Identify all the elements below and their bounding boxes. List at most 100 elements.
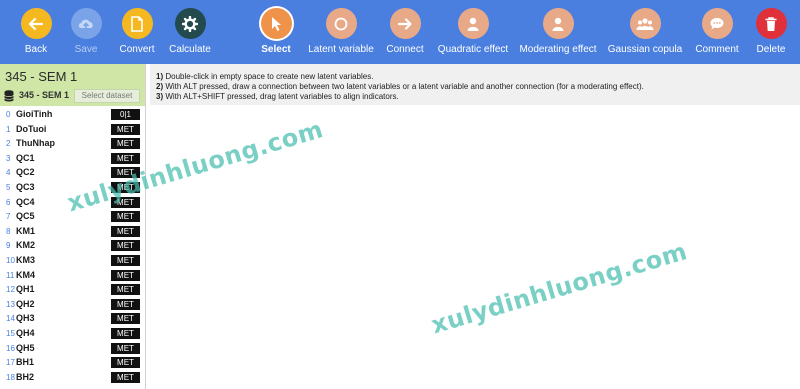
variable-row[interactable]: 10 KM3 MET bbox=[0, 254, 145, 269]
variable-name: QH5 bbox=[16, 342, 35, 353]
variable-index: 10 bbox=[6, 256, 15, 265]
variable-index: 16 bbox=[6, 343, 15, 353]
variable-name: QH3 bbox=[16, 313, 35, 324]
variable-name: KM3 bbox=[16, 255, 36, 265]
gaussian-copula-label: Gaussian copula bbox=[607, 44, 683, 55]
variable-type-badge[interactable]: MET bbox=[111, 313, 140, 325]
variable-row[interactable]: 17 BH1 MET bbox=[0, 356, 145, 371]
variable-name: KM1 bbox=[16, 225, 36, 236]
quadratic-effect-label: Quadratic effect bbox=[437, 44, 509, 55]
variable-name: GioiTinh bbox=[16, 109, 53, 119]
convert-button[interactable]: Convert bbox=[119, 0, 155, 64]
variable-type-badge[interactable]: MET bbox=[111, 298, 140, 310]
variable-index: 1 bbox=[6, 124, 11, 134]
moderating-effect-label: Moderating effect bbox=[519, 44, 597, 55]
variable-type-badge[interactable]: MET bbox=[111, 152, 140, 164]
variable-index: 14 bbox=[6, 314, 15, 324]
group-icon bbox=[629, 8, 661, 39]
variable-type-badge[interactable]: MET bbox=[111, 225, 140, 237]
variable-row[interactable]: 12 QH1 MET bbox=[0, 283, 145, 298]
variable-name: DoTuoi bbox=[16, 123, 47, 134]
help-line: 1) Double-click in empty space to create… bbox=[156, 72, 374, 81]
variable-row[interactable]: 16 QH5 MET bbox=[0, 342, 145, 357]
moderating-effect-tool-button[interactable]: Moderating effect bbox=[519, 0, 597, 64]
variable-index: 13 bbox=[6, 299, 15, 309]
variable-row[interactable]: 13 QH2 MET bbox=[0, 298, 145, 313]
variable-index: 3 bbox=[6, 153, 11, 163]
select-dataset-button[interactable]: Select dataset bbox=[74, 89, 140, 103]
variable-index: 17 bbox=[6, 358, 15, 368]
speech-bubble-icon bbox=[701, 8, 733, 39]
calculate-button[interactable]: Calculate bbox=[169, 0, 211, 64]
help-panel: 1) Double-click in empty space to create… bbox=[150, 64, 800, 105]
variable-index: 18 bbox=[6, 372, 15, 382]
delete-label: Delete bbox=[756, 44, 786, 55]
latent-variable-tool-button[interactable]: Latent variable bbox=[308, 0, 374, 64]
variable-index: 5 bbox=[6, 183, 11, 192]
variable-type-badge[interactable]: MET bbox=[111, 371, 140, 383]
save-button[interactable]: Save bbox=[70, 0, 102, 64]
variable-type-badge[interactable]: MET bbox=[111, 269, 140, 281]
variable-name: QC5 bbox=[16, 211, 35, 222]
variable-type-badge[interactable]: 0|1 bbox=[111, 109, 140, 120]
document-icon bbox=[121, 8, 153, 39]
variable-type-badge[interactable]: MET bbox=[111, 138, 140, 150]
circle-icon bbox=[325, 8, 357, 39]
person-icon bbox=[457, 8, 489, 39]
variable-type-badge[interactable]: MET bbox=[111, 123, 140, 135]
dataset-name: 345 - SEM 1 bbox=[19, 90, 70, 100]
variable-index: 11 bbox=[6, 270, 15, 280]
back-button[interactable]: Back bbox=[20, 0, 52, 64]
variable-type-badge[interactable]: MET bbox=[111, 284, 140, 296]
connect-tool-button[interactable]: Connect bbox=[386, 0, 424, 64]
connect-label: Connect bbox=[386, 44, 424, 55]
variable-index: 6 bbox=[6, 197, 11, 207]
variable-type-badge[interactable]: MET bbox=[111, 240, 140, 252]
sidebar-title: 345 - SEM 1 bbox=[5, 69, 78, 84]
sidebar-header: 345 - SEM 1 345 - SEM 1 Select dataset bbox=[0, 64, 145, 106]
calculate-label: Calculate bbox=[169, 44, 211, 55]
database-icon bbox=[4, 90, 14, 102]
person-icon bbox=[542, 8, 574, 39]
variable-name: QH1 bbox=[16, 284, 35, 295]
back-label: Back bbox=[24, 44, 48, 55]
help-line: 2) With ALT pressed, draw a connection b… bbox=[156, 82, 644, 91]
gaussian-copula-tool-button[interactable]: Gaussian copula bbox=[607, 0, 683, 64]
arrow-right-icon bbox=[389, 8, 421, 39]
variable-row[interactable]: 15 QH4 MET bbox=[0, 327, 145, 342]
help-line: 3) With ALT+SHIFT pressed, drag latent v… bbox=[156, 92, 399, 101]
variable-name: QC4 bbox=[16, 196, 35, 207]
variable-name: QC3 bbox=[16, 182, 35, 192]
variable-type-badge[interactable]: MET bbox=[111, 255, 140, 266]
comment-tool-button[interactable]: Comment bbox=[695, 0, 739, 64]
variable-index: 8 bbox=[6, 226, 11, 236]
variable-row[interactable]: 8 KM1 MET bbox=[0, 225, 145, 240]
variable-type-badge[interactable]: MET bbox=[111, 357, 140, 369]
convert-label: Convert bbox=[119, 44, 155, 55]
variable-name: QC1 bbox=[16, 152, 35, 163]
variable-type-badge[interactable]: MET bbox=[111, 328, 140, 339]
variable-type-badge[interactable]: MET bbox=[111, 342, 140, 354]
variable-name: BH2 bbox=[16, 371, 35, 382]
delete-button[interactable]: Delete bbox=[755, 0, 787, 64]
variable-name: QC2 bbox=[16, 167, 35, 178]
variable-row[interactable]: 2 ThuNhap MET bbox=[0, 137, 145, 152]
variable-row[interactable]: 11 KM4 MET bbox=[0, 269, 145, 284]
dataset-sidebar: 345 - SEM 1 345 - SEM 1 Select dataset 0… bbox=[0, 64, 146, 389]
variable-row[interactable]: 14 QH3 MET bbox=[0, 312, 145, 327]
toolbar: Back Save Convert Calculate Select Laten… bbox=[0, 0, 800, 64]
save-label: Save bbox=[74, 44, 98, 55]
variable-row[interactable]: 1 DoTuoi MET bbox=[0, 123, 145, 138]
variable-type-badge[interactable]: MET bbox=[111, 211, 140, 223]
select-tool-button[interactable]: Select bbox=[260, 0, 292, 64]
variable-row[interactable]: 0 GioiTinh 0|1 bbox=[0, 108, 145, 123]
variable-row[interactable]: 18 BH2 MET bbox=[0, 371, 145, 386]
variable-index: 7 bbox=[6, 212, 11, 222]
arrow-left-icon bbox=[20, 8, 52, 39]
variable-name: KM4 bbox=[16, 269, 36, 280]
quadratic-effect-tool-button[interactable]: Quadratic effect bbox=[437, 0, 509, 64]
variable-row[interactable]: 9 KM2 MET bbox=[0, 239, 145, 254]
variable-index: 15 bbox=[6, 329, 15, 338]
variable-row[interactable]: 3 QC1 MET bbox=[0, 152, 145, 167]
variable-name: BH1 bbox=[16, 357, 35, 368]
